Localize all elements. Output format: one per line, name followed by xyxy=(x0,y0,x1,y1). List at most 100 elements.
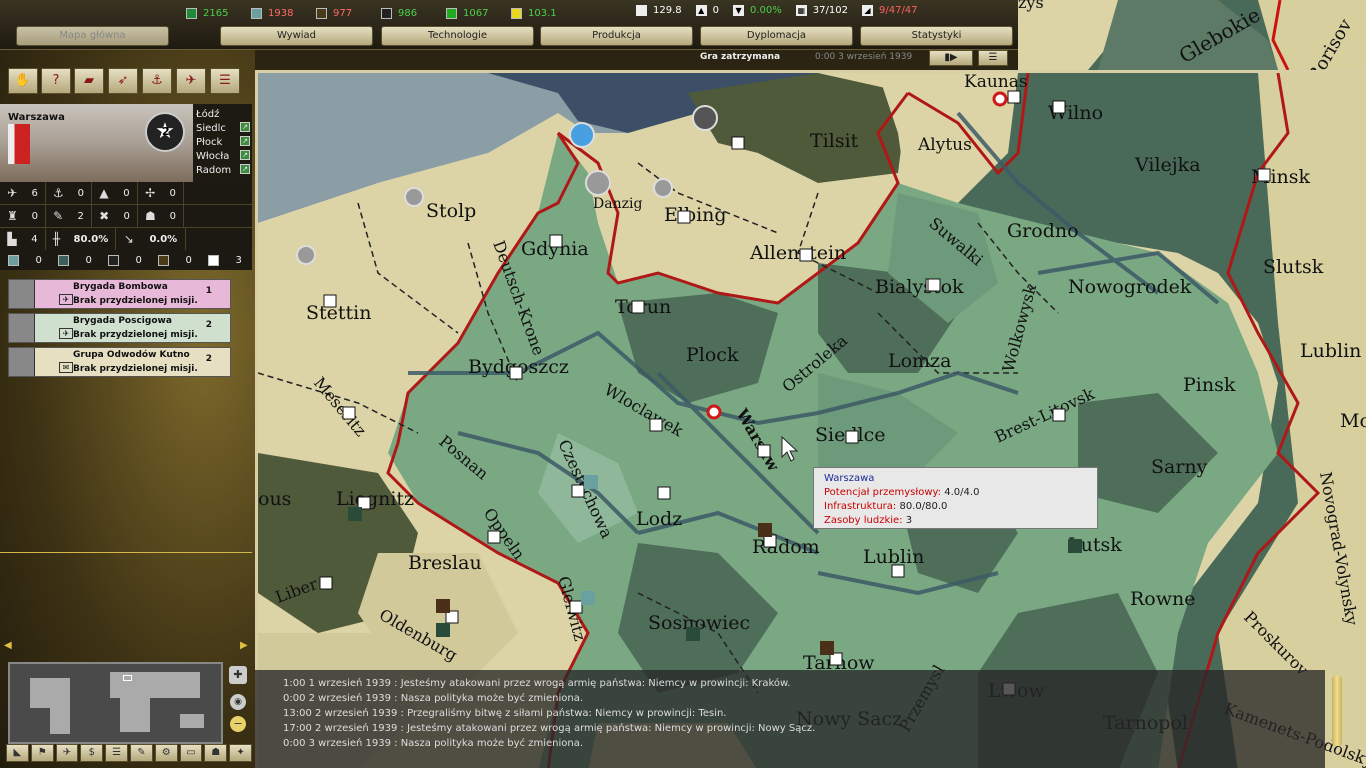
energy-icon xyxy=(186,7,197,19)
settings-mode-icon[interactable]: ⚙ xyxy=(154,744,178,762)
log-entry[interactable]: 0:00 2 wrzesień 1939 : Nasza polityka mo… xyxy=(283,691,1297,706)
neighbor-item[interactable]: Włocła ↗ xyxy=(196,150,250,164)
tool-button-tank[interactable]: ▰ xyxy=(74,68,104,94)
unit-reserve-group[interactable]: ✉ Grupa Odwodów Kutno Brak przydzielonej… xyxy=(8,347,231,377)
tooltip-title: Warszawa xyxy=(824,473,875,484)
log-scrollbar[interactable] xyxy=(1330,676,1344,746)
stat-ships: ◢ 9/47/47 xyxy=(861,5,918,16)
commander-portrait xyxy=(9,314,35,342)
fort-icon: ✖ xyxy=(99,209,110,223)
nuclear-icon: ♜ xyxy=(6,209,18,223)
tooltip-line: Potencjał przemysłowy: 4.0/4.0 xyxy=(824,487,980,498)
neighbor-item[interactable]: Siedlc ↗ xyxy=(196,122,250,136)
resource-money: 103.1 xyxy=(511,5,576,21)
oil-icon xyxy=(58,254,70,266)
commander-portrait xyxy=(9,348,35,376)
map-top-strip: Glebokie Borisov zys xyxy=(1018,0,1366,70)
log-entry[interactable]: 0:00 3 wrzesień 1939 : Nasza polityka mo… xyxy=(283,736,1297,751)
metal-icon xyxy=(251,7,262,19)
province-name: Warszawa xyxy=(8,112,65,123)
svg-text:Sarny: Sarny xyxy=(1151,456,1208,478)
svg-text:Rowne: Rowne xyxy=(1130,588,1196,610)
stat-percent: ▼ 0.00% xyxy=(733,5,782,16)
unit-bomber-brigade[interactable]: ✈ Brygada Bombowa Brak przydzielonej mis… xyxy=(8,279,231,309)
game-map[interactable]: Stolp Gdynia Danzig Elbing Allenstein Ti… xyxy=(255,70,1366,768)
polish-flag-icon xyxy=(8,124,30,164)
svg-text:Stolp: Stolp xyxy=(426,200,476,222)
tool-button-diplomacy[interactable]: ✋ xyxy=(8,68,38,94)
air-mode-icon[interactable]: ✈ xyxy=(55,744,79,762)
svg-text:Danzig: Danzig xyxy=(593,196,642,212)
tank-icon: ▰ xyxy=(84,73,94,88)
move-icon: ↗ xyxy=(240,122,250,132)
game-date: 0:00 3 wrzesień 1939 xyxy=(815,52,913,62)
svg-text:Vilejka: Vilejka xyxy=(1134,154,1201,176)
menu-button[interactable]: ☰ xyxy=(978,50,1008,66)
terrain-mode-icon[interactable]: ◣ xyxy=(6,744,29,762)
svg-text:Lodz: Lodz xyxy=(636,508,682,530)
target-icon: ◉ xyxy=(234,697,242,707)
stat-ic: 129.8 xyxy=(636,5,682,16)
stats-bar: 129.8 ▲ 0 ▼ 0.00% ▦ 37/102 ◢ 9/47/47 xyxy=(636,5,932,16)
scrollbar-track[interactable] xyxy=(1332,676,1342,746)
tab-statistics[interactable]: Statystyki xyxy=(860,26,1013,46)
political-mode-icon[interactable]: ⚑ xyxy=(30,744,54,762)
log-entry[interactable]: 1:00 1 wrzesień 1939 : Jesteśmy atakowan… xyxy=(283,676,1297,691)
tool-button-air[interactable]: ✈ xyxy=(176,68,206,94)
diplomacy-mode-icon[interactable]: ✦ xyxy=(229,744,252,762)
tool-button-naval[interactable]: ⚓ xyxy=(142,68,172,94)
tab-diplomacy[interactable]: Dyplomacja xyxy=(700,26,853,46)
svg-text:Nowogrodek: Nowogrodek xyxy=(1068,276,1192,298)
neighbor-provinces: Łódź Siedlc ↗ Płock ↗ Włocła ↗ Radom ↗ xyxy=(196,108,250,178)
tab-production[interactable]: Produkcja xyxy=(540,26,693,46)
plane-icon: ✈ xyxy=(185,73,197,88)
radar-icon: ✢ xyxy=(145,186,156,200)
tab-main-map[interactable]: Mapa główna xyxy=(16,26,169,46)
svg-text:Allenstein: Allenstein xyxy=(749,242,846,264)
resource-energy: 2165 xyxy=(186,5,251,21)
move-icon: ↗ xyxy=(240,150,250,160)
economy-mode-icon[interactable]: $ xyxy=(80,744,104,762)
svg-text:Plock: Plock xyxy=(686,344,739,366)
svg-text:Mo: Mo xyxy=(1340,410,1366,432)
zoom-out-button[interactable]: − xyxy=(230,716,246,732)
province-tooltip: Warszawa Potencjał przemysłowy: 4.0/4.0 … xyxy=(813,467,1098,529)
center-button[interactable]: ◉ xyxy=(230,694,246,710)
manpower-icon xyxy=(208,254,220,266)
tab-intelligence[interactable]: Wywiad xyxy=(220,26,373,46)
arrow-icon: ➶ xyxy=(117,73,129,88)
capital-star-icon: ★ 2 xyxy=(145,112,185,152)
log-entry[interactable]: 17:00 2 wrzesień 1939 : Jesteśmy atakowa… xyxy=(283,721,1297,736)
supply-mode-icon[interactable]: ✎ xyxy=(129,744,153,762)
resource-mode-icon[interactable]: ☰ xyxy=(105,744,128,762)
weather-mode-icon[interactable]: ▭ xyxy=(179,744,203,762)
convoy-icon: ☰ xyxy=(219,73,231,88)
bomber-icon: ✈ xyxy=(59,294,73,305)
svg-text:Grodno: Grodno xyxy=(1007,220,1079,242)
anchor-icon: ⚓ xyxy=(52,186,64,200)
scroll-left-icon[interactable]: ◀ xyxy=(4,640,12,651)
tab-technology[interactable]: Technologie xyxy=(381,26,534,46)
tool-button-attack[interactable]: ➶ xyxy=(108,68,138,94)
damage-icon: ↘ xyxy=(123,232,134,246)
infantry-icon: ✉ xyxy=(59,362,73,373)
neighbor-item[interactable]: Płock ↗ xyxy=(196,136,250,150)
resource-supplies: 1067 xyxy=(446,5,511,21)
unit-fighter-brigade[interactable]: ✈ Brygada Poscigowa Brak przydzielonej m… xyxy=(8,313,231,343)
scroll-right-icon[interactable]: ▶ xyxy=(240,640,248,651)
infrastructure-mode-icon[interactable]: ☗ xyxy=(204,744,228,762)
tool-button-convoy[interactable]: ☰ xyxy=(210,68,240,94)
resource-oil: 986 xyxy=(381,5,446,21)
minimap[interactable] xyxy=(8,662,223,744)
metal-icon xyxy=(8,254,20,266)
resource-rares: 977 xyxy=(316,5,381,21)
neighbor-item[interactable]: Łódź xyxy=(196,108,250,122)
log-entry[interactable]: 13:00 2 wrzesień 1939 : Przegraliśmy bit… xyxy=(283,706,1297,721)
play-pause-button[interactable]: ▮▶ xyxy=(929,50,973,66)
plus-icon: ✚ xyxy=(233,668,243,681)
stat-dissent: ▲ 0 xyxy=(695,5,719,16)
zoom-in-button[interactable]: ✚ xyxy=(229,666,247,684)
neighbor-item[interactable]: Radom ↗ xyxy=(196,164,250,178)
tool-button-help[interactable]: ? xyxy=(41,68,71,94)
svg-text:Bialystok: Bialystok xyxy=(875,276,964,298)
